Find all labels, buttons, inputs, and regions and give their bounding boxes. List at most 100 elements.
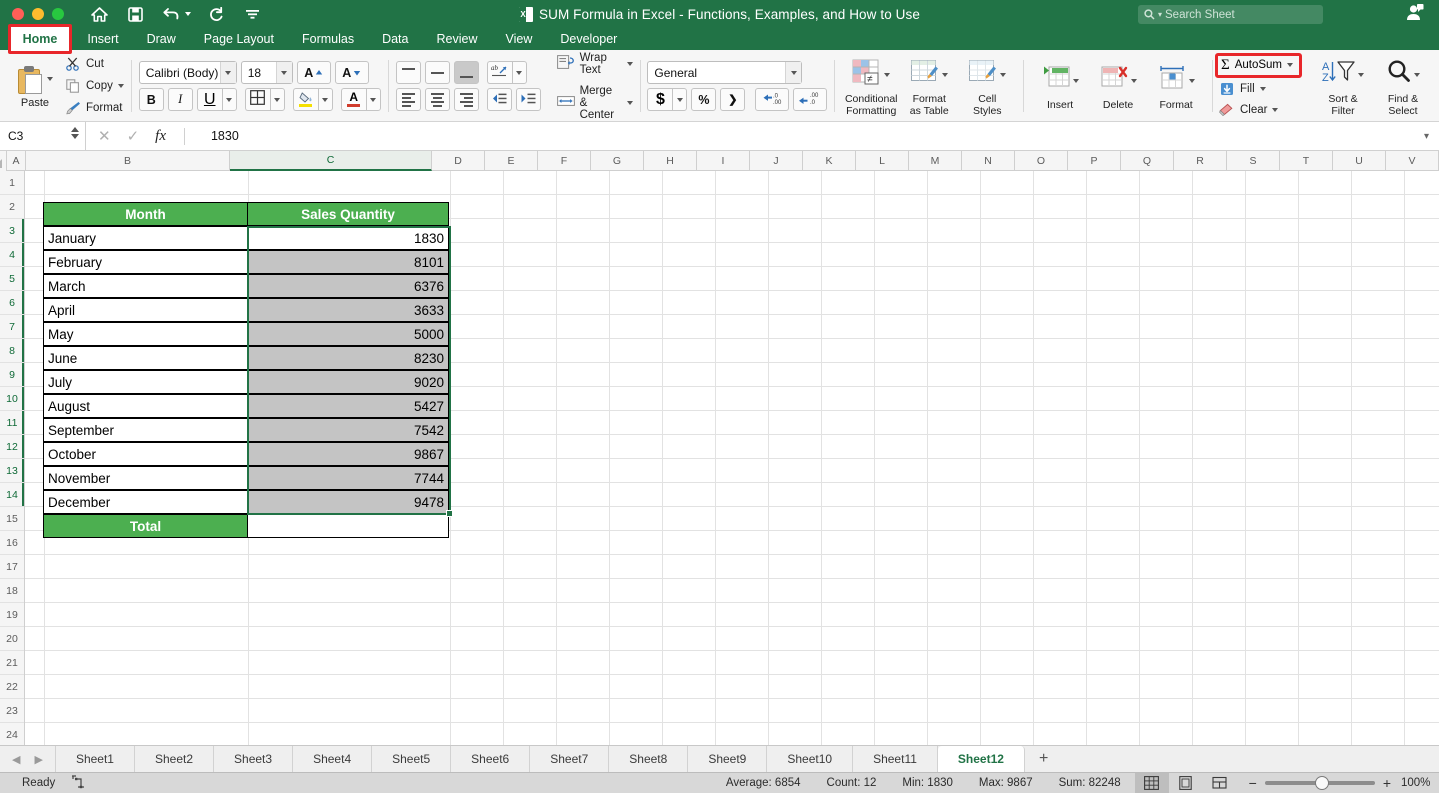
align-bottom-button[interactable] [453,61,479,84]
chevron-down-icon[interactable] [785,62,802,83]
cell-month-14[interactable]: December [43,490,247,514]
sheet-tab-sheet11[interactable]: Sheet11 [853,745,938,773]
next-sheet-icon[interactable]: ▶ [34,753,42,766]
row-header-24[interactable]: 24 [0,723,24,747]
decrease-decimal-button[interactable]: .00.0 [793,88,828,111]
expand-formula-bar-icon[interactable]: ▾ [1424,131,1429,142]
column-header-e[interactable]: E [485,151,538,171]
column-header-q[interactable]: Q [1121,151,1174,171]
cell-quantity-9[interactable]: 9020 [247,370,449,394]
format-as-table-dropdown-icon[interactable] [942,72,949,77]
clear-button[interactable]: Clear [1215,101,1302,120]
cell-quantity-10[interactable]: 5427 [247,394,449,418]
italic-button[interactable]: I [167,88,193,111]
format-as-table-button[interactable]: Format as Table [900,56,958,117]
row-header-20[interactable]: 20 [0,627,24,651]
maximize-window-button[interactable] [52,8,64,20]
row-header-8[interactable]: 8 [0,339,24,363]
page-layout-view-button[interactable] [1169,773,1203,793]
column-header-h[interactable]: H [644,151,697,171]
fill-color-button[interactable] [292,88,318,111]
cell-month-7[interactable]: May [43,322,247,346]
currency-format-button[interactable]: $ [647,88,673,111]
row-header-1[interactable]: 1 [0,171,24,195]
chevron-down-icon[interactable] [219,62,236,83]
cell-quantity-8[interactable]: 8230 [247,346,449,370]
cell-quantity-3[interactable]: 1830 [247,226,449,250]
search-input[interactable]: ▾ Search Sheet [1138,5,1323,24]
autosum-button[interactable]: Σ AutoSum [1214,52,1303,78]
row-header-3[interactable]: 3 [0,219,24,243]
font-color-dropdown-icon[interactable] [365,88,381,111]
sort-filter-button[interactable]: AZ Sort & Filter [1312,56,1374,117]
row-header-18[interactable]: 18 [0,579,24,603]
confirm-formula-icon[interactable]: ✓ [127,127,140,145]
clear-dropdown-icon[interactable] [1272,108,1279,112]
tab-page-layout[interactable]: Page Layout [190,28,288,50]
comma-format-button[interactable]: ❯ [720,88,746,111]
tab-review[interactable]: Review [422,28,491,50]
row-header-4[interactable]: 4 [0,243,24,267]
number-format-select[interactable]: General [647,61,803,84]
cell-area[interactable]: Month Sales Quantity January 1830 February… [25,171,1439,771]
row-header-21[interactable]: 21 [0,651,24,675]
cell-quantity-7[interactable]: 5000 [247,322,449,346]
column-header-a[interactable]: A [7,151,26,171]
column-header-j[interactable]: J [750,151,803,171]
column-header-u[interactable]: U [1333,151,1386,171]
column-header-i[interactable]: I [697,151,750,171]
underline-button[interactable]: U [196,88,222,111]
cell-styles-button[interactable]: Cell Styles [958,56,1016,117]
cell-month-9[interactable]: July [43,370,247,394]
orientation-button[interactable]: ab [486,61,512,84]
merge-center-dropdown-icon[interactable] [626,100,633,105]
cell-month-13[interactable]: November [43,466,247,490]
conditional-formatting-dropdown-icon[interactable] [884,72,891,77]
cell-quantity-6[interactable]: 3633 [247,298,449,322]
name-box-stepper[interactable] [71,126,79,139]
row-header-11[interactable]: 11 [0,411,24,435]
borders-dropdown-icon[interactable] [269,88,285,111]
wrap-text-button[interactable]: Wrap Text [556,52,633,76]
chevron-down-icon[interactable] [275,62,292,83]
total-value-cell[interactable] [247,514,449,538]
column-header-d[interactable]: D [432,151,485,171]
row-header-7[interactable]: 7 [0,315,24,339]
currency-dropdown-icon[interactable] [672,88,688,111]
cell-month-11[interactable]: September [43,418,247,442]
cell-month-10[interactable]: August [43,394,247,418]
align-middle-button[interactable] [424,61,450,84]
tab-insert[interactable]: Insert [73,28,132,50]
cell-quantity-14[interactable]: 9478 [247,490,449,514]
tab-draw[interactable]: Draw [133,28,190,50]
find-select-dropdown-icon[interactable] [1414,72,1421,77]
delete-cells-button[interactable]: Delete [1089,62,1147,111]
autosum-dropdown-icon[interactable] [1287,63,1294,67]
add-sheet-button[interactable]: + [1025,750,1062,768]
cell-month-6[interactable]: April [43,298,247,322]
increase-decimal-button[interactable]: .0.00 [755,88,790,111]
cell-quantity-12[interactable]: 9867 [247,442,449,466]
cell-month-4[interactable]: February [43,250,247,274]
underline-dropdown-icon[interactable] [221,88,237,111]
increase-font-size-button[interactable]: A [296,61,331,84]
sheet-tab-sheet4[interactable]: Sheet4 [293,745,373,773]
zoom-slider-handle[interactable] [1314,776,1329,790]
column-header-f[interactable]: F [538,151,591,171]
insert-cells-button[interactable]: Insert [1031,62,1089,111]
page-break-view-button[interactable] [1203,773,1237,793]
fill-button[interactable]: Fill [1215,80,1302,99]
home-icon[interactable] [88,3,110,25]
borders-button[interactable] [244,88,270,111]
sheet-tab-sheet3[interactable]: Sheet3 [214,745,294,773]
previous-sheet-icon[interactable]: ◀ [12,753,20,766]
cell-quantity-5[interactable]: 6376 [247,274,449,298]
align-top-button[interactable] [395,61,421,84]
save-icon[interactable] [124,3,146,25]
cell-quantity-4[interactable]: 8101 [247,250,449,274]
name-box[interactable]: C3 [0,121,86,151]
sheet-tab-sheet2[interactable]: Sheet2 [135,745,215,773]
cell-styles-dropdown-icon[interactable] [1000,72,1007,77]
cell-quantity-13[interactable]: 7744 [247,466,449,490]
paste-button[interactable]: Paste [7,64,63,109]
